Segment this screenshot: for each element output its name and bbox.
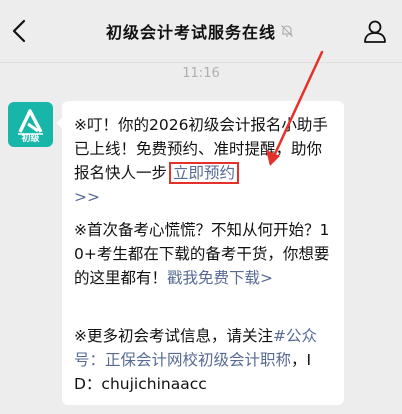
back-button[interactable] (6, 14, 32, 48)
avatar-label: 初级 (21, 134, 40, 144)
account-avatar[interactable]: 初级 (8, 102, 53, 147)
chat-title: 初级会计考试服务在线 (105, 23, 276, 42)
message-bubble: ※叮！你的2026初级会计报名小助手已上线！免费预约、准时提醒，助你报名快人一步… (56, 101, 344, 405)
chat-header: 初级会计考试服务在线 (0, 0, 402, 63)
person-icon (364, 20, 386, 43)
message-timestamp: 11:16 (182, 66, 220, 81)
download-link[interactable]: 戳我免费下载> (167, 269, 273, 287)
reserve-link[interactable]: 立即预约 (173, 164, 235, 182)
chevron-left-icon (12, 19, 26, 43)
header-title-group: 初级会计考试服务在线 (60, 0, 342, 62)
message-paragraph-2: ※首次备考心慌慌？不知从何开始？10+考生都在下载的备考干货，你想要的这里都有！… (74, 218, 336, 290)
profile-button[interactable] (360, 15, 390, 47)
message-paragraph-3: ※更多初会考试信息，请关注#公众号：正保会计网校初级会计职称，ID：chujic… (74, 324, 336, 396)
highlight-box: 立即预约 (169, 162, 240, 184)
message-paragraph-1: ※叮！你的2026初级会计报名小助手已上线！免费预约、准时提醒，助你报名快人一步… (74, 113, 336, 209)
bell-muted-icon (280, 23, 296, 39)
reserve-arrow-link[interactable]: >> (74, 188, 100, 206)
paragraph-text: ※更多初会考试信息，请关注 (74, 327, 273, 345)
